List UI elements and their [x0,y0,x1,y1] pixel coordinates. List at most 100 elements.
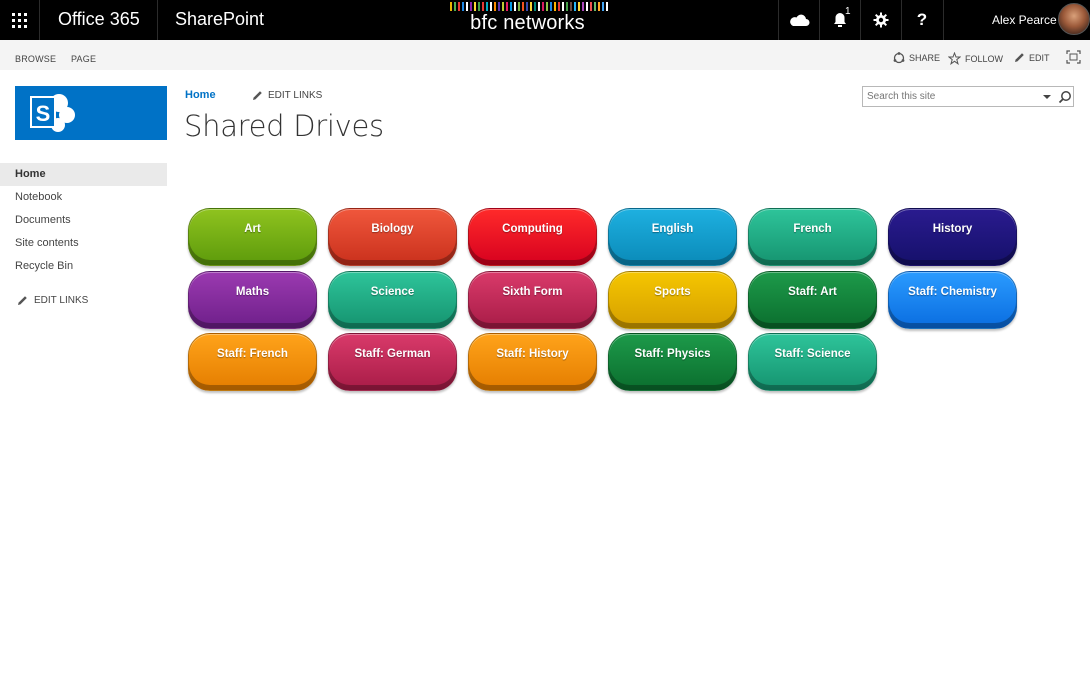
drive-button-french[interactable]: French [748,208,877,266]
edit-links-top[interactable]: EDIT LINKS [252,90,322,101]
drive-button-label: Science [370,285,415,298]
logo-bar [549,2,552,11]
logo-bar [525,2,528,11]
ribbon-bar: BROWSE PAGE SHARE FOLLOW EDIT [0,40,1090,70]
drive-button-label: Sixth Form [502,285,563,298]
drive-button-sports[interactable]: Sports [608,270,737,329]
sharepoint-brand[interactable]: SharePoint [175,9,264,30]
drive-button-staff-art[interactable]: Staff: Art [748,270,877,329]
drive-button-label: Staff: German [354,348,431,360]
drive-button-english[interactable]: English [608,208,737,266]
search-box [862,86,1074,107]
waffle-icon [12,12,27,28]
drive-button-label: Staff: Science [774,348,851,360]
logo-bar [577,2,580,11]
breadcrumb-home[interactable]: Home [185,89,216,101]
drive-button-staff-chemistry[interactable]: Staff: Chemistry [888,270,1017,329]
drive-button-history[interactable]: History [888,208,1017,266]
drive-button-sixth-form[interactable]: Sixth Form [468,270,597,329]
drive-button-staff-science[interactable]: Staff: Science [748,333,877,391]
notifications-button[interactable]: 1 [819,0,860,40]
logo-bar [605,2,608,11]
nav-edit-links[interactable]: EDIT LINKS [17,295,88,306]
logo-bar [557,2,560,11]
logo-bar [545,2,548,11]
drive-button-computing[interactable]: Computing [468,208,597,266]
drive-button-label: Sports [654,285,691,298]
logo-bar [541,2,544,11]
edit-button[interactable]: EDIT [1014,52,1050,63]
user-menu[interactable]: Alex Pearce [943,0,1090,40]
logo-bar [569,2,572,11]
drive-button-label: Staff: French [217,348,288,360]
logo-bar [561,2,564,11]
nav-item-recycle-bin[interactable]: Recycle Bin [0,255,167,278]
settings-button[interactable] [860,0,901,40]
nav-item-site-contents[interactable]: Site contents [0,232,167,255]
star-icon [948,52,961,65]
drive-button-maths[interactable]: Maths [188,270,317,329]
onedrive-button[interactable] [778,0,819,40]
help-button[interactable]: ? [901,0,942,40]
logo-bar [481,2,484,11]
search-icon[interactable] [1058,90,1072,104]
logo-bar [521,2,524,11]
logo-bar [533,2,536,11]
logo-bar [601,2,604,11]
share-button[interactable]: SHARE [893,52,940,64]
bfc-networks-logo: bfc networks [440,2,615,38]
drive-button-label: Staff: Chemistry [908,285,997,298]
drive-button-staff-french[interactable]: Staff: French [188,333,317,391]
drive-button-biology[interactable]: Biology [328,208,457,266]
drive-button-staff-physics[interactable]: Staff: Physics [608,333,737,391]
notification-count: 1 [845,6,851,17]
drive-button-label: Staff: History [496,348,569,360]
nav-item-notebook[interactable]: Notebook [0,186,167,209]
quick-launch-nav: Home Notebook Documents Site contents Re… [0,163,167,278]
logo-bar [501,2,504,11]
logo-bar [589,2,592,11]
nav-item-home[interactable]: Home [0,163,167,186]
search-input[interactable] [867,89,1037,104]
tab-page[interactable]: PAGE [71,54,96,64]
drive-button-science[interactable]: Science [328,270,457,329]
logo-bar [573,2,576,11]
drive-button-staff-german[interactable]: Staff: German [328,333,457,391]
logo-bar [585,2,588,11]
logo-bar [537,2,540,11]
drive-button-art[interactable]: Art [188,208,317,266]
logo-bar [473,2,476,11]
logo-bar [593,2,596,11]
office-365-brand[interactable]: Office 365 [58,9,140,30]
nav-item-documents[interactable]: Documents [0,209,167,232]
pencil-icon [1015,53,1024,62]
logo-bar [581,2,584,11]
logo-bar [461,2,464,11]
suite-bar: Office 365 SharePoint bfc networks 1 ? A… [0,0,1090,40]
drive-button-label: Computing [502,223,563,235]
gear-icon [873,12,889,28]
shared-drives-grid: Art Biology Computing English French History M… [188,208,1028,398]
app-launcher-button[interactable] [0,0,40,40]
logo-bar [469,2,472,11]
logo-bar [553,2,556,11]
drive-button-staff-history[interactable]: Staff: History [468,333,597,391]
pencil-icon [253,91,262,100]
logo-bar [465,2,468,11]
nav-edit-links-label: EDIT LINKS [34,295,89,306]
tab-browse[interactable]: BROWSE [15,54,56,64]
avatar [1058,3,1090,35]
logo-bar [449,2,452,11]
site-logo[interactable]: S [15,86,167,140]
follow-button[interactable]: FOLLOW [948,52,1003,65]
svg-text:S: S [36,101,51,126]
logo-bar [529,2,532,11]
logo-color-bars [442,2,615,11]
logo-text: bfc networks [470,12,585,34]
focus-on-content-icon[interactable] [1066,50,1081,64]
chevron-down-icon[interactable] [1042,93,1052,101]
drive-button-label: French [793,223,832,235]
logo-bar [485,2,488,11]
logo-bar [493,2,496,11]
logo-bar [457,2,460,11]
